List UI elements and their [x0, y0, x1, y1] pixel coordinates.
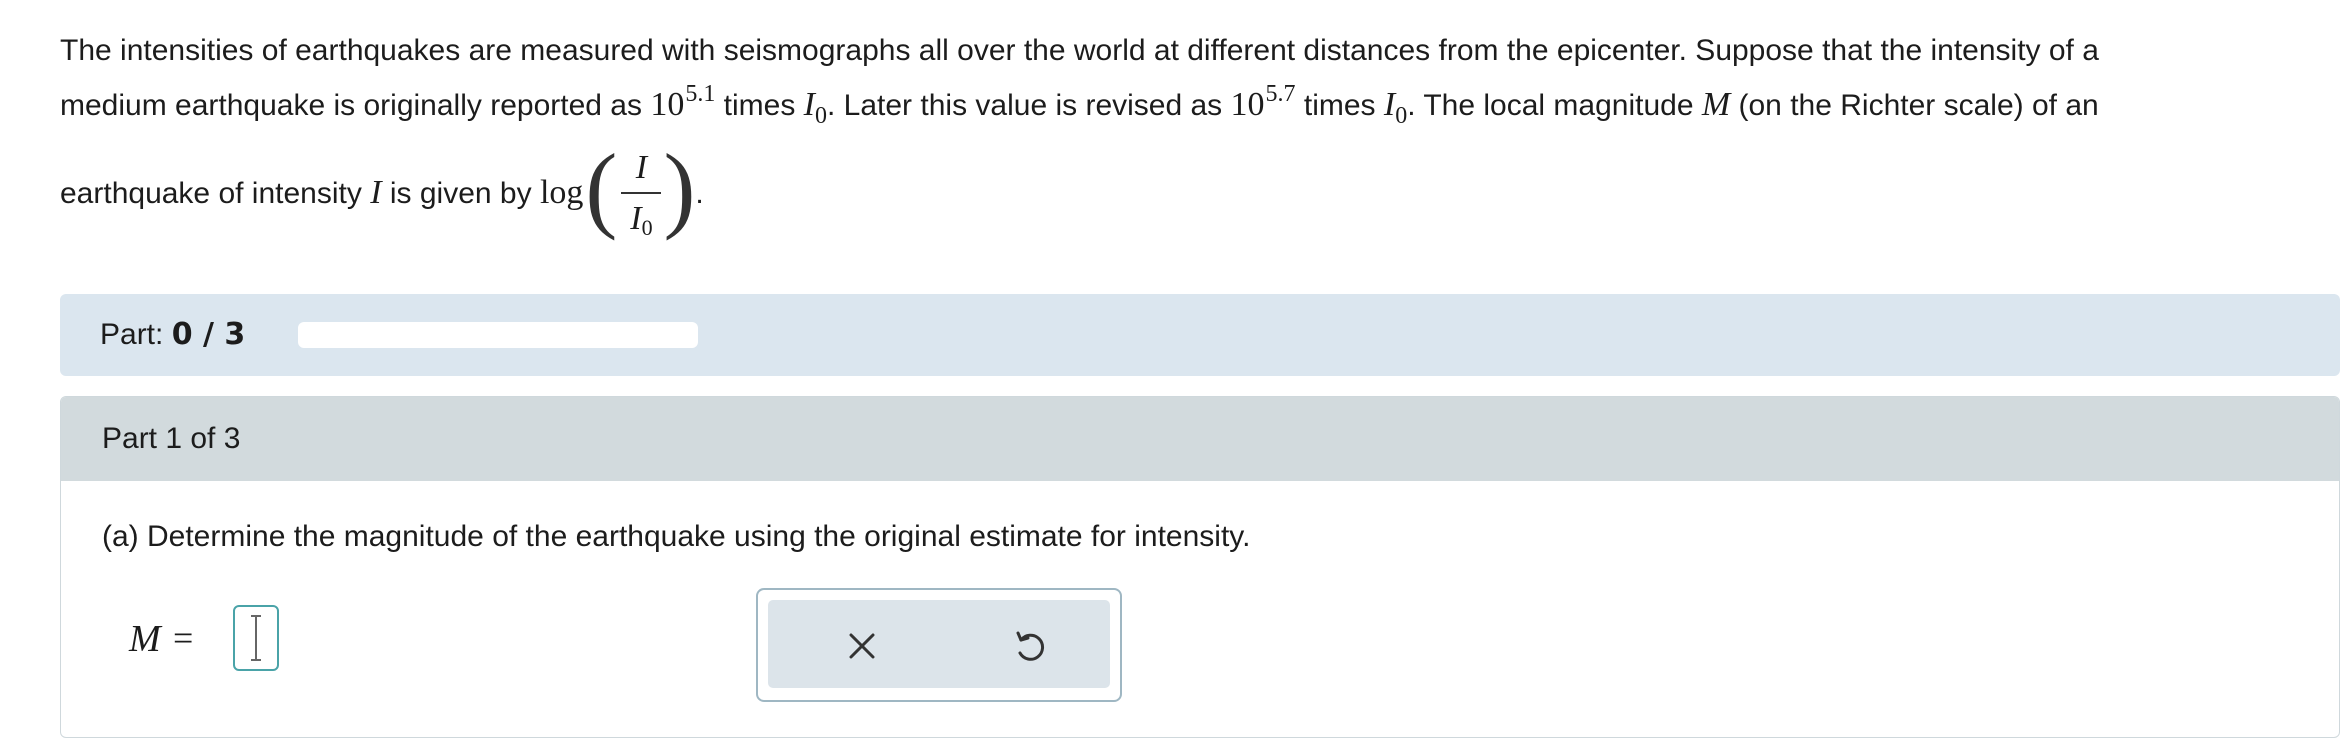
math-var: M: [1701, 86, 1731, 123]
answer-tools-inner: [768, 600, 1110, 688]
undo-button[interactable]: [1006, 622, 1054, 670]
fraction-denominator: I0: [619, 196, 663, 245]
problem-text: . Later this value is revised as: [827, 89, 1231, 122]
text-cursor: [251, 615, 261, 661]
problem-line-2: medium earthquake is originally reported…: [60, 78, 2099, 135]
math-subscript: 0: [815, 103, 827, 129]
math-fraction: ( I I0 ): [585, 134, 696, 250]
answer-tools: [756, 588, 1122, 702]
fraction-bar: [621, 192, 662, 195]
answer-variable: M: [129, 618, 161, 660]
math-var: I: [1383, 86, 1396, 123]
part-progress-count: 0 / 3: [171, 317, 246, 352]
problem-text: . The local magnitude: [1407, 89, 1702, 122]
undo-icon: [1016, 631, 1045, 661]
problem-text: is given by: [381, 177, 540, 210]
problem-text: earthquake of intensity: [60, 177, 371, 210]
problem-line-3: earthquake of intensity I is given by lo…: [60, 138, 704, 250]
part-header: Part 1 of 3: [61, 397, 2339, 481]
part-progress-label: Part: 0 / 3: [100, 294, 245, 376]
progress-track: [298, 322, 698, 348]
math-exponent: 5.1: [685, 81, 716, 107]
left-paren: (: [585, 134, 618, 242]
math-var: I: [803, 86, 815, 123]
equals-sign: =: [173, 618, 194, 658]
problem-text: medium earthquake is originally reported…: [60, 89, 651, 122]
part-label: Part:: [100, 318, 172, 351]
problem-text: (on the Richter scale) of an: [1730, 89, 2099, 122]
right-paren: ): [663, 134, 696, 242]
math-base: 10: [1230, 86, 1265, 123]
problem-text: times: [1295, 89, 1384, 122]
math-var: I: [370, 174, 382, 211]
problem-text: .: [695, 177, 704, 210]
close-icon: [849, 633, 875, 659]
math-base: 10: [650, 86, 685, 123]
part-panel: Part 1 of 3 (a) Determine the magnitude …: [60, 396, 2340, 738]
fraction-numerator: I: [635, 149, 648, 187]
math-exponent: 5.7: [1265, 81, 1296, 107]
math-subscript: 0: [1395, 103, 1408, 129]
part-progress-bar: Part: 0 / 3: [60, 294, 2340, 376]
problem-text: The intensities of earthquakes are measu…: [60, 34, 2099, 67]
question-text: (a) Determine the magnitude of the earth…: [102, 520, 1251, 553]
clear-button[interactable]: [838, 622, 886, 670]
math-log: log: [539, 174, 584, 211]
problem-line-1: The intensities of earthquakes are measu…: [60, 24, 2099, 78]
math-var: I: [630, 200, 642, 238]
problem-text: times: [715, 89, 804, 122]
answer-input[interactable]: [233, 605, 279, 671]
math-subscript: 0: [641, 215, 653, 241]
